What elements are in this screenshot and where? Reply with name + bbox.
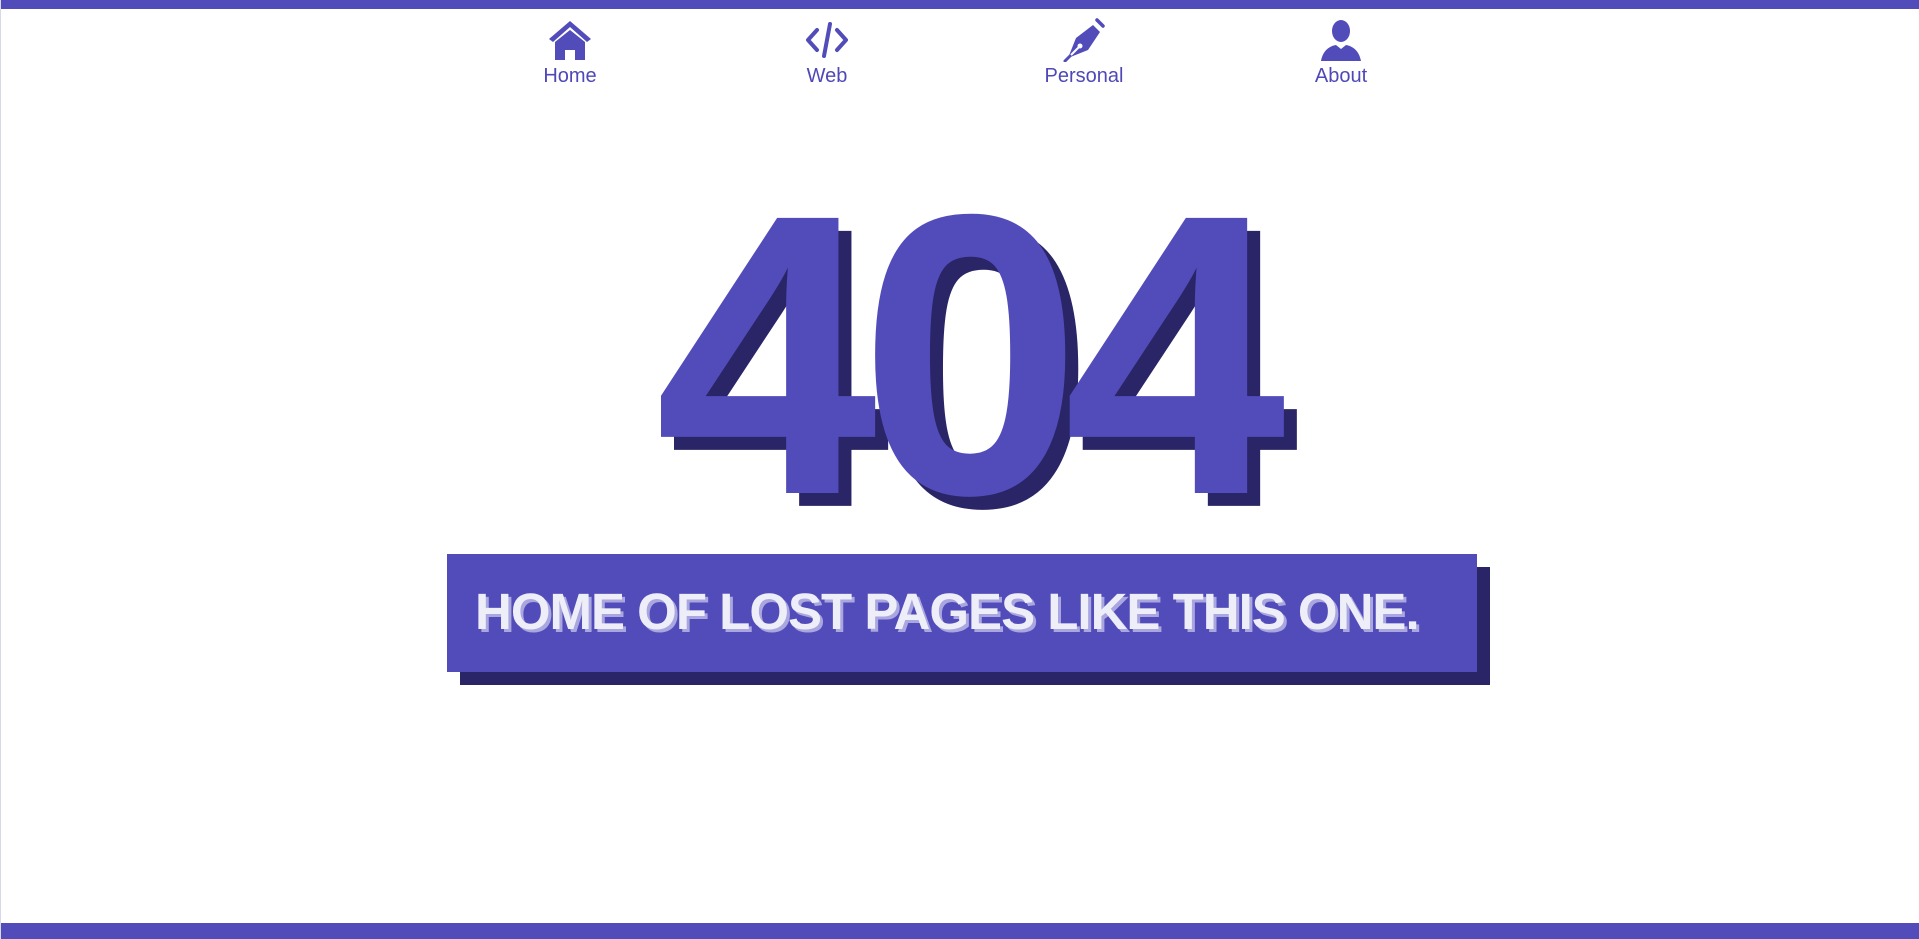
nav-item-web[interactable]: Web — [747, 18, 907, 88]
nav-label-about: About — [1314, 65, 1368, 87]
pen-nib-icon — [1060, 18, 1108, 63]
page: Home Web Personal About 404 404 HOME OF … — [0, 0, 1919, 939]
error-code-display: 404 404 — [1, 196, 1919, 526]
nav-item-home[interactable]: Home — [490, 18, 650, 88]
user-icon — [1317, 18, 1365, 62]
nav-label-web: Web — [806, 65, 848, 87]
bottom-accent-bar — [1, 923, 1919, 939]
error-code: 404 — [655, 196, 1289, 526]
nav-label-personal: Personal — [1044, 65, 1124, 87]
lost-page-message: HOME OF LOST PAGES LIKE THIS ONE. — [475, 583, 1420, 640]
top-accent-bar — [1, 0, 1919, 9]
nav-item-personal[interactable]: Personal — [1004, 18, 1164, 88]
message-banner: HOME OF LOST PAGES LIKE THIS ONE. — [447, 554, 1490, 685]
nav-item-about[interactable]: About — [1261, 18, 1421, 88]
home-icon — [546, 18, 594, 62]
nav-label-home: Home — [543, 65, 597, 87]
code-icon — [803, 18, 851, 62]
main-nav: Home Web Personal About — [1, 18, 1919, 98]
